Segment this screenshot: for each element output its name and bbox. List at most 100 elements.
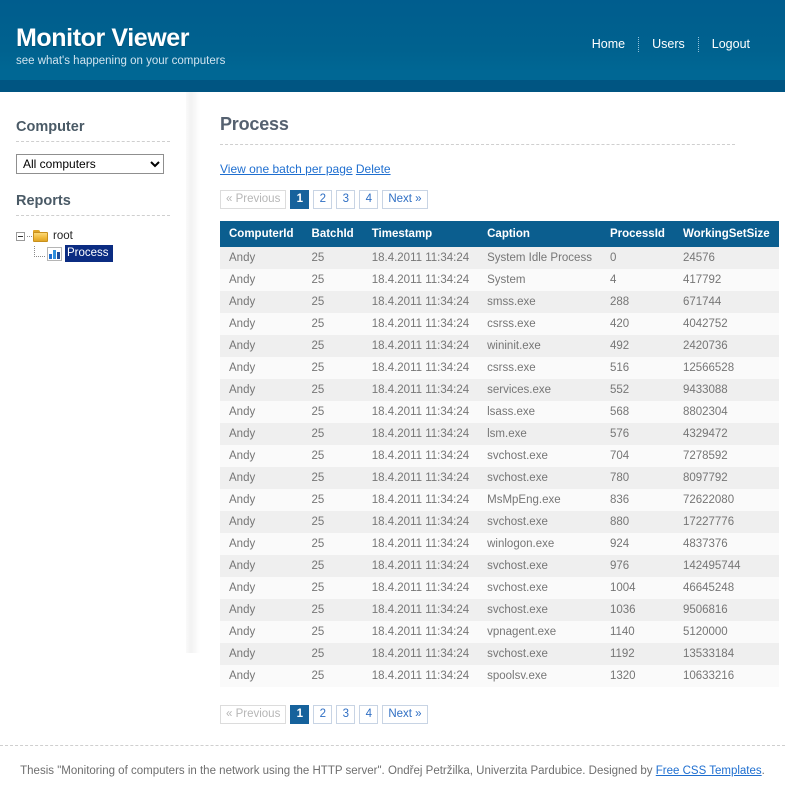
- pager-previous-button[interactable]: « Previous: [220, 705, 287, 724]
- table-row[interactable]: Andy 25 18.4.2011 11:34:24 wininit.exe 492 24…: [220, 335, 779, 357]
- table-row[interactable]: Andy 25 18.4.2011 11:34:24 svchost.exe 976 14…: [220, 555, 779, 577]
- cell-caption: winlogon.exe: [487, 538, 555, 550]
- cell-timestamp: 18.4.2011 11:34:24: [371, 384, 470, 396]
- table-row[interactable]: Andy 25 18.4.2011 11:34:24 System 4 417792: [220, 269, 779, 291]
- cell-workingsetsize: 4837376: [682, 538, 728, 550]
- table-row[interactable]: Andy 25 18.4.2011 11:34:24 svchost.exe 704 72…: [220, 445, 779, 467]
- cell-batchid: 25: [311, 560, 325, 572]
- free-css-templates-link[interactable]: Free CSS Templates: [656, 765, 762, 777]
- table-row[interactable]: Andy 25 18.4.2011 11:34:24 svchost.exe 780 80…: [220, 467, 779, 489]
- pager-page-4[interactable]: 4: [359, 190, 379, 209]
- cell-caption: svchost.exe: [487, 516, 548, 528]
- column-header-timestamp[interactable]: Timestamp: [362, 221, 479, 247]
- cell-caption: System: [487, 274, 526, 286]
- cell-computerid: Andy: [229, 604, 256, 616]
- pager-page-2[interactable]: 2: [313, 190, 333, 209]
- view-one-batch-per-page-link[interactable]: View one batch per page: [220, 162, 353, 176]
- column-header-workingsetsize[interactable]: WorkingSetSize: [673, 221, 779, 247]
- pager-page-1[interactable]: 1: [290, 705, 310, 724]
- cell-processid: 1036: [609, 604, 636, 616]
- pager-next-button[interactable]: Next »: [382, 705, 428, 724]
- pager-next-button[interactable]: Next »: [382, 190, 428, 209]
- top-navigation: Home Users Logout: [579, 36, 763, 52]
- table-row[interactable]: Andy 25 18.4.2011 11:34:24 csrss.exe 420 4042…: [220, 313, 779, 335]
- cell-computerid: Andy: [229, 340, 256, 352]
- pager-page-2[interactable]: 2: [313, 705, 333, 724]
- table-row[interactable]: Andy 25 18.4.2011 11:34:24 svchost.exe 880 17…: [220, 511, 779, 533]
- site-footer: Thesis "Monitoring of computers in the n…: [0, 745, 785, 785]
- column-header-batchid[interactable]: BatchId: [302, 221, 363, 247]
- table-row[interactable]: Andy 25 18.4.2011 11:34:24 smss.exe 288 67174…: [220, 291, 779, 313]
- cell-computerid: Andy: [229, 362, 256, 374]
- cell-workingsetsize: 10633216: [682, 670, 735, 682]
- pager-page-1[interactable]: 1: [290, 190, 310, 209]
- computer-heading: Computer: [16, 119, 85, 135]
- table-row[interactable]: Andy 25 18.4.2011 11:34:24 svchost.exe 1192 1…: [220, 643, 779, 665]
- nav-item-home[interactable]: Home: [579, 36, 638, 52]
- nav-item-users[interactable]: Users: [639, 36, 698, 52]
- table-row[interactable]: Andy 25 18.4.2011 11:34:24 lsm.exe 576 432947…: [220, 423, 779, 445]
- cell-batchid: 25: [311, 494, 325, 506]
- cell-caption: services.exe: [487, 384, 552, 396]
- cell-caption: svchost.exe: [487, 560, 548, 572]
- cell-processid: 492: [609, 340, 630, 352]
- cell-caption: System Idle Process: [487, 252, 592, 264]
- cell-caption: wininit.exe: [487, 340, 541, 352]
- folder-icon: [33, 230, 49, 243]
- column-header-computerid[interactable]: ComputerId: [220, 221, 303, 247]
- sidebar-divider: [186, 92, 200, 653]
- tree-node-root[interactable]: root: [16, 228, 170, 245]
- table-row[interactable]: Andy 25 18.4.2011 11:34:24 vpnagent.exe 1140…: [220, 621, 779, 643]
- logo-tagline: see what's happening on your computers: [16, 55, 226, 67]
- cell-batchid: 25: [311, 450, 325, 462]
- cell-processid: 1192: [609, 648, 635, 660]
- pager-previous-button[interactable]: « Previous: [220, 190, 287, 209]
- table-row[interactable]: Andy 25 18.4.2011 11:34:24 svchost.exe 1004 4…: [220, 577, 779, 599]
- cell-batchid: 25: [311, 428, 325, 440]
- cell-batchid: 25: [311, 274, 325, 286]
- delete-link[interactable]: Delete: [356, 162, 391, 176]
- pagination-bottom: « Previous 1 2 3 4 Next »: [220, 705, 765, 724]
- table-row[interactable]: Andy 25 18.4.2011 11:34:24 svchost.exe 1036 9…: [220, 599, 779, 621]
- cell-computerid: Andy: [229, 626, 256, 638]
- collapse-toggle-icon[interactable]: [16, 232, 25, 241]
- cell-computerid: Andy: [229, 472, 256, 484]
- cell-processid: 1320: [609, 670, 636, 682]
- cell-processid: 288: [609, 296, 630, 308]
- table-row[interactable]: Andy 25 18.4.2011 11:34:24 csrss.exe 516 1256…: [220, 357, 779, 379]
- site-logo[interactable]: Monitor Viewer see what's happening on y…: [16, 24, 225, 69]
- column-header-processid[interactable]: ProcessId: [600, 221, 674, 247]
- table-row[interactable]: Andy 25 18.4.2011 11:34:24 spoolsv.exe 1320 1…: [220, 665, 779, 687]
- cell-batchid: 25: [311, 648, 325, 660]
- column-header-caption[interactable]: Caption: [478, 221, 601, 247]
- cell-computerid: Andy: [229, 450, 256, 462]
- cell-batchid: 25: [311, 582, 325, 594]
- cell-processid: 552: [609, 384, 630, 396]
- table-row[interactable]: Andy 25 18.4.2011 11:34:24 MsMpEng.exe 836 72…: [220, 489, 779, 511]
- cell-workingsetsize: 8097792: [682, 472, 728, 484]
- pager-page-4[interactable]: 4: [359, 705, 379, 724]
- pager-page-3[interactable]: 3: [336, 190, 356, 209]
- nav-item-logout[interactable]: Logout: [699, 36, 763, 52]
- cell-timestamp: 18.4.2011 11:34:24: [371, 494, 470, 506]
- pagination-top: « Previous 1 2 3 4 Next »: [220, 190, 765, 209]
- cell-computerid: Andy: [229, 494, 256, 506]
- computer-select[interactable]: All computers: [16, 154, 164, 174]
- cell-processid: 704: [609, 450, 630, 462]
- cell-computerid: Andy: [229, 428, 256, 440]
- table-row[interactable]: Andy 25 18.4.2011 11:34:24 winlogon.exe 924 4…: [220, 533, 779, 555]
- sidebar: Computer All computers Reports root Proc…: [0, 92, 186, 262]
- cell-workingsetsize: 9506816: [682, 604, 728, 616]
- pager-page-3[interactable]: 3: [336, 705, 356, 724]
- cell-workingsetsize: 5120000: [682, 626, 728, 638]
- cell-processid: 780: [609, 472, 630, 484]
- cell-caption: svchost.exe: [487, 582, 548, 594]
- cell-computerid: Andy: [229, 406, 256, 418]
- cell-workingsetsize: 13533184: [682, 648, 735, 660]
- table-row[interactable]: Andy 25 18.4.2011 11:34:24 System Idle Proc…: [220, 247, 779, 269]
- table-row[interactable]: Andy 25 18.4.2011 11:34:24 services.exe 552 9…: [220, 379, 779, 401]
- header-bottom-band: [0, 80, 785, 92]
- tree-node-process[interactable]: Process: [16, 245, 170, 262]
- cell-workingsetsize: 12566528: [682, 362, 735, 374]
- table-row[interactable]: Andy 25 18.4.2011 11:34:24 lsass.exe 568 8802…: [220, 401, 779, 423]
